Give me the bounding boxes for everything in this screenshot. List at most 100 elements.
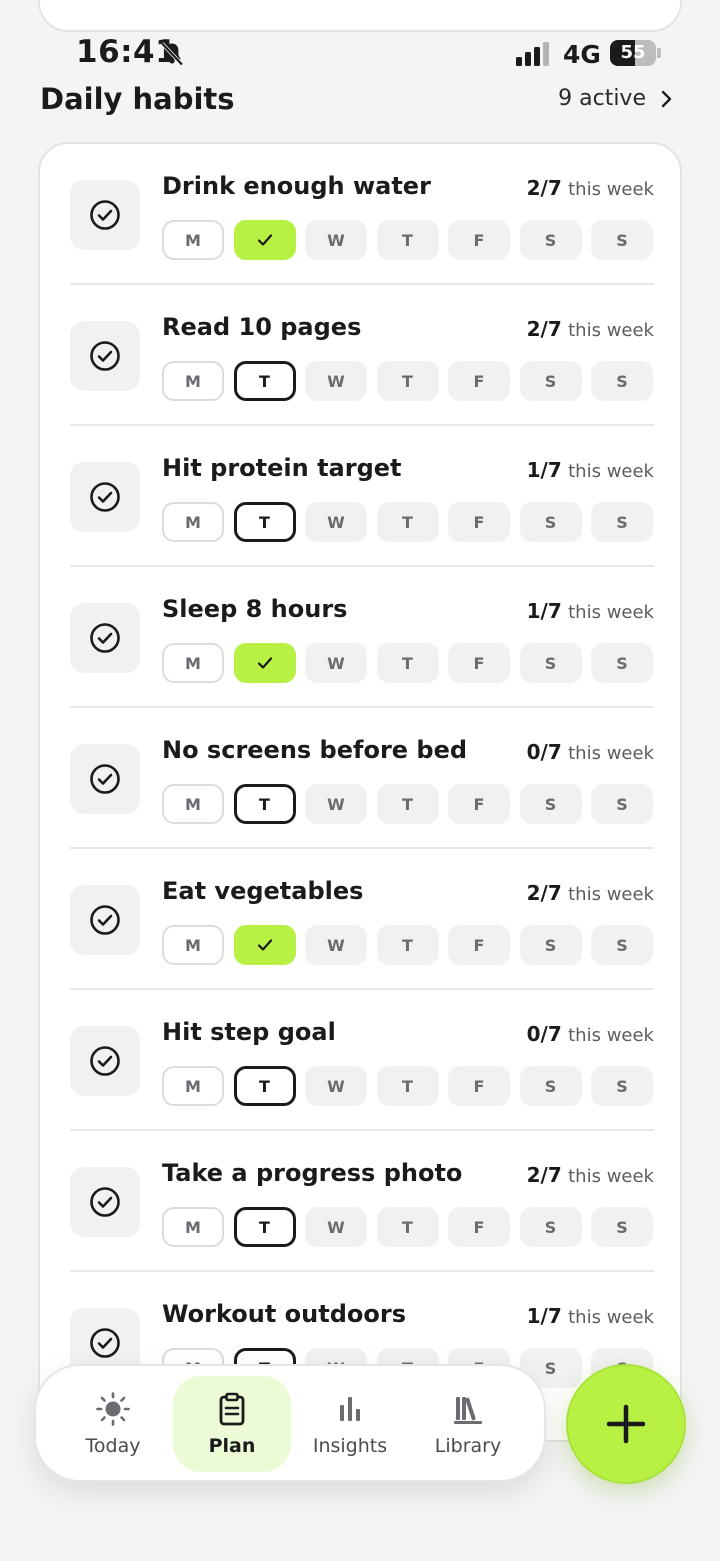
- day-pill[interactable]: M: [162, 1207, 224, 1247]
- habit-row[interactable]: Hit step goal 0/7 this week M T W T F S S: [70, 990, 654, 1131]
- day-pill[interactable]: F: [448, 502, 510, 542]
- day-pill[interactable]: W: [305, 925, 367, 965]
- progress-suffix: this week: [568, 320, 654, 341]
- day-pill-checked[interactable]: [233, 220, 296, 260]
- day-pill[interactable]: S: [519, 502, 582, 542]
- day-pill-today[interactable]: T: [233, 784, 296, 824]
- progress-count: 1/7: [526, 458, 562, 482]
- habit-row[interactable]: Hit protein target 1/7 this week M T W T F S S: [70, 426, 654, 567]
- day-pill[interactable]: T: [376, 502, 439, 542]
- progress-suffix: this week: [568, 1166, 654, 1187]
- day-pill[interactable]: F: [448, 643, 510, 683]
- day-pill[interactable]: M: [162, 925, 224, 965]
- habit-check-button[interactable]: [70, 462, 140, 532]
- day-pill[interactable]: S: [591, 643, 653, 683]
- day-pill-checked[interactable]: [233, 643, 296, 683]
- day-pill[interactable]: S: [591, 361, 653, 401]
- day-pill[interactable]: S: [519, 220, 582, 260]
- day-selector: MWTFSS: [162, 643, 654, 683]
- day-selector: MTWTFSS: [162, 1066, 654, 1106]
- day-selector: MWTFSS: [162, 925, 654, 965]
- day-pill[interactable]: S: [519, 643, 582, 683]
- day-pill[interactable]: S: [591, 502, 653, 542]
- day-pill[interactable]: W: [305, 1066, 367, 1106]
- day-pill[interactable]: S: [519, 784, 582, 824]
- day-pill[interactable]: W: [305, 643, 367, 683]
- habit-check-button[interactable]: [70, 744, 140, 814]
- habit-row[interactable]: No screens before bed 0/7 this week M T W T F S…: [70, 708, 654, 849]
- habit-name: Drink enough water: [162, 172, 431, 200]
- habit-name: Hit step goal: [162, 1018, 336, 1046]
- day-pill[interactable]: T: [376, 220, 439, 260]
- day-pill-checked[interactable]: [233, 925, 296, 965]
- day-pill[interactable]: T: [376, 361, 439, 401]
- day-pill-today[interactable]: T: [233, 1207, 296, 1247]
- day-pill[interactable]: F: [448, 1066, 510, 1106]
- day-pill[interactable]: W: [305, 784, 367, 824]
- day-pill-today[interactable]: T: [233, 361, 296, 401]
- checkmark-icon: [257, 657, 272, 669]
- add-habit-button[interactable]: [566, 1364, 686, 1484]
- habit-row[interactable]: Drink enough water 2/7 this week M W T F S S: [70, 144, 654, 285]
- day-pill[interactable]: F: [448, 925, 510, 965]
- day-pill[interactable]: S: [591, 925, 653, 965]
- progress-suffix: this week: [568, 461, 654, 482]
- habit-check-button[interactable]: [70, 1026, 140, 1096]
- habit-check-button[interactable]: [70, 180, 140, 250]
- day-pill[interactable]: T: [376, 643, 439, 683]
- day-pill[interactable]: W: [305, 1207, 367, 1247]
- habit-row[interactable]: Eat vegetables 2/7 this week M W T F S S: [70, 849, 654, 990]
- day-pill[interactable]: T: [376, 925, 439, 965]
- day-pill[interactable]: F: [448, 784, 510, 824]
- day-pill[interactable]: T: [376, 784, 439, 824]
- day-pill[interactable]: S: [519, 1207, 582, 1247]
- chevron-right-icon: [661, 90, 672, 107]
- day-pill[interactable]: W: [305, 220, 367, 260]
- day-pill[interactable]: S: [519, 925, 582, 965]
- habit-check-button[interactable]: [70, 321, 140, 391]
- day-pill[interactable]: M: [162, 1066, 224, 1106]
- nav-insights[interactable]: Insights: [291, 1376, 409, 1472]
- day-pill[interactable]: T: [376, 1066, 439, 1106]
- day-pill-today[interactable]: T: [233, 1066, 296, 1106]
- progress-suffix: this week: [568, 1025, 654, 1046]
- day-pill-today[interactable]: T: [233, 502, 296, 542]
- day-pill[interactable]: S: [591, 1207, 653, 1247]
- habit-check-button[interactable]: [70, 603, 140, 673]
- progress-count: 2/7: [526, 881, 562, 905]
- day-pill[interactable]: M: [162, 361, 224, 401]
- habit-check-button[interactable]: [70, 885, 140, 955]
- habit-name: Sleep 8 hours: [162, 595, 348, 623]
- day-pill[interactable]: S: [591, 220, 653, 260]
- signal-icon: [516, 42, 549, 66]
- progress-count: 1/7: [526, 1304, 562, 1328]
- day-pill[interactable]: W: [305, 361, 367, 401]
- day-pill[interactable]: M: [162, 220, 224, 260]
- active-habits-link[interactable]: 9 active: [558, 86, 672, 111]
- day-pill[interactable]: M: [162, 643, 224, 683]
- nav-plan[interactable]: Plan: [173, 1376, 291, 1472]
- day-pill[interactable]: M: [162, 502, 224, 542]
- habit-check-button[interactable]: [70, 1167, 140, 1237]
- habit-progress: 2/7 this week: [527, 317, 654, 341]
- progress-count: 0/7: [526, 740, 562, 764]
- day-pill[interactable]: S: [519, 1066, 582, 1106]
- progress-count: 2/7: [526, 176, 562, 200]
- status-bar: 16:41 4G 55: [0, 32, 720, 76]
- habit-row[interactable]: Sleep 8 hours 1/7 this week M W T F S S: [70, 567, 654, 708]
- day-pill[interactable]: F: [448, 1207, 510, 1247]
- nav-library[interactable]: Library: [409, 1376, 527, 1472]
- habit-name: Hit protein target: [162, 454, 402, 482]
- habit-row[interactable]: Take a progress photo 2/7 this week M T W T F S…: [70, 1131, 654, 1272]
- day-pill[interactable]: S: [591, 784, 653, 824]
- day-pill[interactable]: F: [448, 220, 510, 260]
- day-pill[interactable]: T: [376, 1207, 439, 1247]
- day-pill[interactable]: W: [305, 502, 367, 542]
- nav-today-label: Today: [85, 1435, 141, 1457]
- day-pill[interactable]: S: [519, 361, 582, 401]
- nav-today[interactable]: Today: [54, 1376, 172, 1472]
- day-pill[interactable]: F: [448, 361, 510, 401]
- day-pill[interactable]: S: [591, 1066, 653, 1106]
- day-pill[interactable]: M: [162, 784, 224, 824]
- habit-row[interactable]: Read 10 pages 2/7 this week M T W T F S S: [70, 285, 654, 426]
